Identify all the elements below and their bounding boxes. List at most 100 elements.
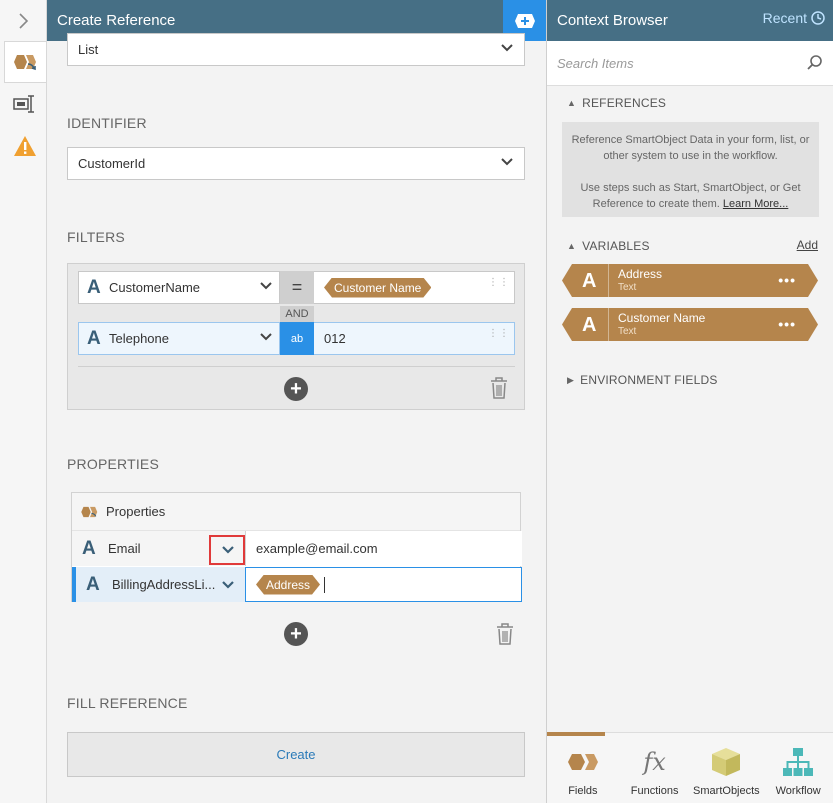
functions-icon: fx [643, 748, 666, 776]
tab-label: Fields [568, 785, 598, 797]
recent-button[interactable]: Recent [763, 10, 825, 26]
property-row: A BillingAddressLi... Address [72, 567, 522, 602]
variable-item[interactable]: A Customer Name Text ••• [562, 308, 818, 341]
chevron-down-icon[interactable] [221, 580, 235, 590]
recent-label: Recent [762, 10, 807, 26]
search-icon[interactable] [807, 55, 823, 71]
property-name: BillingAddressLi... [112, 577, 216, 592]
environment-title: ENVIRONMENT FIELDS [580, 373, 718, 387]
add-filter-button[interactable]: + [284, 377, 308, 401]
context-browser-tabs: Fields fx Functions SmartObjects Workflo… [547, 732, 833, 803]
more-options-icon[interactable]: ••• [778, 272, 796, 288]
property-value: example@email.com [256, 541, 378, 556]
delete-trash-icon[interactable] [490, 377, 508, 399]
chevron-down-icon[interactable] [221, 545, 235, 555]
references-section-header[interactable]: ▲ REFERENCES [567, 96, 666, 110]
customer-name-chip[interactable]: Customer Name [324, 278, 431, 298]
properties-title: PROPERTIES [67, 456, 159, 472]
more-options-icon[interactable]: ••• [778, 316, 796, 332]
variable-type: Text [618, 326, 637, 337]
filter-operator-equals[interactable]: = [280, 271, 314, 304]
filter-field-select[interactable]: A Telephone [78, 322, 280, 355]
variables-section-header[interactable]: ▲ VARIABLES [567, 239, 650, 253]
collapse-triangle-icon: ▲ [567, 98, 577, 108]
filter-row: A Telephone ab 012 ⋮⋮ [78, 322, 515, 355]
tab-fields[interactable]: Fields [547, 732, 619, 803]
list-select-value: List [78, 42, 99, 57]
variable-name: Address [618, 267, 663, 281]
text-type-icon: A [582, 314, 597, 336]
references-title: REFERENCES [582, 96, 667, 110]
add-variable-link[interactable]: Add [797, 238, 818, 252]
drag-handle-icon[interactable]: ⋮⋮ [488, 278, 510, 288]
filter-value-text: 012 [324, 331, 346, 346]
search-input[interactable]: Search Items [557, 56, 634, 71]
environment-section-header[interactable]: ▶ ENVIRONMENT FIELDS [567, 373, 718, 387]
variable-type: Text [618, 282, 637, 293]
filter-field-select[interactable]: A CustomerName [78, 271, 280, 304]
variable-name: Customer Name [618, 311, 706, 325]
list-select[interactable]: List [67, 33, 525, 66]
references-info-text2: Use steps such as Start, SmartObject, or… [580, 182, 801, 210]
text-type-icon: A [87, 277, 101, 298]
tab-functions[interactable]: fx Functions [619, 733, 691, 803]
property-value-field[interactable]: example@email.com [245, 531, 522, 566]
filter-field-name: Telephone [109, 331, 169, 346]
context-browser-panel: Context Browser Recent Search Items ▲ RE… [546, 0, 833, 803]
variable-item[interactable]: A Address Text ••• [562, 264, 818, 297]
property-name-select[interactable]: A BillingAddressLi... [72, 567, 245, 602]
address-chip[interactable]: Address [256, 575, 320, 595]
create-reference-panel: Create Reference List IDENTIFIER Custome… [47, 0, 546, 803]
filters-divider [78, 366, 515, 367]
operator-label: ab [290, 332, 304, 345]
panel-title: Create Reference [57, 12, 176, 29]
chevron-down-icon [501, 158, 513, 166]
properties-tool-icon[interactable] [4, 83, 46, 125]
operator-label: = [291, 277, 303, 297]
text-type-icon: A [86, 574, 100, 595]
search-bar[interactable]: Search Items [547, 41, 833, 86]
variables-title: VARIABLES [582, 239, 650, 253]
references-info: Reference SmartObject Data in your form,… [562, 122, 819, 217]
reference-tool-icon[interactable] [4, 41, 46, 83]
text-type-icon: A [582, 270, 597, 292]
tab-smartobjects[interactable]: SmartObjects [691, 733, 763, 803]
properties-header: Properties [72, 493, 520, 531]
and-label[interactable]: AND [280, 306, 314, 323]
filter-value-field[interactable]: Customer Name ⋮⋮ [314, 271, 515, 304]
filter-operator-contains[interactable]: ab [280, 322, 314, 355]
learn-more-link[interactable]: Learn More... [723, 198, 788, 210]
chevron-down-icon [260, 282, 272, 290]
expand-chevron-icon[interactable] [0, 0, 46, 41]
filter-value-field[interactable]: 012 ⋮⋮ [314, 322, 515, 355]
filters-box: A CustomerName = Customer Name ⋮⋮ AND A … [67, 263, 525, 410]
fill-reference-title: FILL REFERENCE [67, 695, 188, 711]
create-button[interactable]: Create [67, 732, 525, 777]
fields-icon [567, 745, 599, 779]
drag-handle-icon[interactable]: ⋮⋮ [488, 329, 510, 339]
context-browser-header: Context Browser Recent [547, 0, 833, 41]
filter-field-name: CustomerName [109, 280, 201, 295]
reference-icon [81, 506, 98, 518]
references-info-text: Reference SmartObject Data in your form,… [571, 134, 810, 162]
collapse-triangle-icon: ▲ [567, 241, 577, 251]
identifier-value: CustomerId [78, 156, 146, 171]
properties-box: Properties A Email example@email.com A B… [71, 492, 522, 602]
property-value-field[interactable]: Address [245, 567, 522, 602]
identifier-title: IDENTIFIER [67, 115, 147, 131]
smartobject-cube-icon [710, 745, 742, 779]
delete-trash-icon[interactable] [496, 623, 514, 645]
add-property-button[interactable]: + [284, 622, 308, 646]
text-type-icon: A [87, 328, 101, 349]
left-rail [0, 0, 47, 803]
identifier-select[interactable]: CustomerId [67, 147, 525, 180]
property-name: Email [108, 541, 141, 556]
warning-icon[interactable] [4, 125, 46, 167]
workflow-icon [782, 745, 814, 779]
properties-header-label: Properties [106, 504, 166, 519]
tab-workflow[interactable]: Workflow [762, 733, 833, 803]
chevron-down-icon [260, 333, 272, 341]
add-diamond-icon [514, 13, 535, 28]
tab-label: Functions [630, 785, 679, 797]
filter-row: A CustomerName = Customer Name ⋮⋮ [78, 271, 515, 304]
